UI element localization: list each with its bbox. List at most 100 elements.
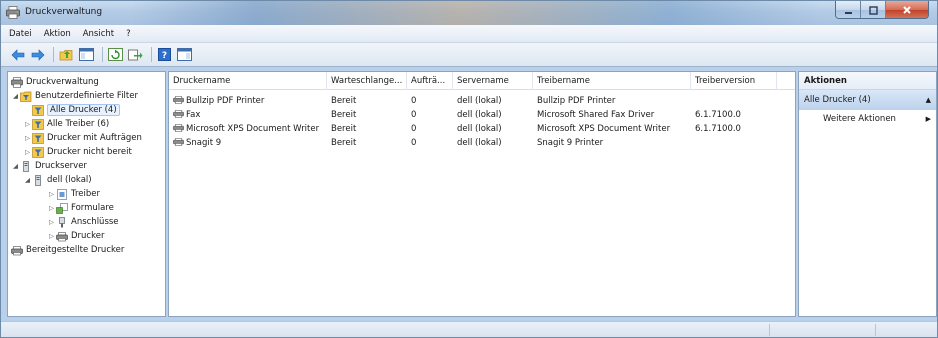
collapse-up-icon[interactable]: ▲	[926, 90, 931, 110]
toolbar-separator	[151, 47, 152, 62]
table-row[interactable]: Microsoft XPS Document Writer Bereit 0 d…	[169, 122, 795, 136]
printer-icon	[56, 231, 68, 242]
printer-management-icon	[6, 6, 20, 19]
table-row[interactable]: Bullzip PDF Printer Bereit 0 dell (lokal…	[169, 94, 795, 108]
cell-server: dell (lokal)	[457, 110, 502, 120]
printer-management-icon	[11, 76, 23, 88]
tree-item-druckserver[interactable]: ◢ Druckserver	[11, 159, 87, 173]
expand-arrow-icon[interactable]: ▷	[23, 134, 32, 142]
help-icon[interactable]: ?	[156, 46, 173, 63]
cell-status: Bereit	[331, 124, 357, 134]
expand-arrow-icon[interactable]: ▷	[47, 204, 56, 212]
back-arrow-icon[interactable]	[9, 46, 26, 63]
cell-driver: Snagit 9 Printer	[537, 138, 604, 148]
svg-text:?: ?	[162, 51, 167, 61]
tree-item-dell-lokal[interactable]: ◢ dell (lokal)	[23, 173, 92, 187]
cell-druckername: Snagit 9	[169, 136, 327, 150]
tree-item-label: Druckserver	[35, 161, 87, 171]
export-list-icon[interactable]	[127, 46, 144, 63]
filter-icon	[32, 104, 44, 116]
status-bar-divider	[875, 324, 876, 336]
cell-server: dell (lokal)	[457, 124, 502, 134]
tree-item-treiber[interactable]: ▷ Treiber	[47, 187, 100, 201]
tree-item-alle-treiber[interactable]: ▷ Alle Treiber (6)	[23, 117, 109, 131]
application-window: Druckverwaltung Datei Aktion Ansicht ? ?…	[0, 0, 938, 338]
expand-arrow-icon[interactable]: ◢	[11, 162, 20, 170]
tree-item-label: Anschlüsse	[71, 217, 119, 227]
column-header-treibername[interactable]: Treibername	[533, 72, 691, 90]
cell-driver: Bullzip PDF Printer	[537, 96, 616, 106]
toolbar-separator	[102, 47, 103, 62]
window-controls	[835, 1, 929, 19]
table-row[interactable]: Fax Bereit 0 dell (lokal) Microsoft Shar…	[169, 108, 795, 122]
actions-section-alle-drucker[interactable]: Alle Drucker (4) ▲	[799, 90, 936, 110]
cell-jobs: 0	[411, 124, 417, 134]
tree-item-label: dell (lokal)	[47, 175, 92, 185]
filter-icon	[32, 118, 44, 130]
expand-arrow-icon[interactable]: ▷	[23, 148, 32, 156]
menu-ansicht[interactable]: Ansicht	[83, 29, 114, 39]
expand-arrow-icon[interactable]: ▷	[47, 232, 56, 240]
cell-status: Bereit	[331, 110, 357, 120]
driver-icon	[56, 188, 68, 200]
expand-arrow-icon[interactable]: ▷	[47, 190, 56, 198]
actions-pane: Aktionen Alle Drucker (4) ▲ Weitere Akti…	[798, 71, 937, 317]
list-header: Druckername Warteschlange... Aufträ... S…	[169, 72, 795, 90]
cell-status: Bereit	[331, 96, 357, 106]
tree-item-bereitgestellte-drucker[interactable]: Bereitgestellte Drucker	[11, 243, 124, 257]
tree-item-alle-drucker[interactable]: Alle Drucker (4)	[23, 103, 120, 117]
tree-item-drucker[interactable]: ▷ Drucker	[47, 229, 104, 243]
tree-item-label: Drucker nicht bereit	[47, 147, 132, 157]
filter-icon	[32, 146, 44, 158]
actions-section-label: Alle Drucker (4)	[804, 95, 871, 105]
cell-driver: Microsoft XPS Document Writer	[537, 124, 671, 134]
action-weitere-aktionen[interactable]: Weitere Aktionen ▶	[799, 110, 936, 128]
action-label: Weitere Aktionen	[823, 114, 896, 124]
tree-item-drucker-mit-auftraegen[interactable]: ▷ Drucker mit Aufträgen	[23, 131, 142, 145]
filter-folder-icon	[20, 91, 32, 102]
tree-item-anschluesse[interactable]: ▷ Anschlüsse	[47, 215, 119, 229]
expand-arrow-icon[interactable]: ▷	[47, 218, 56, 226]
menu-aktion[interactable]: Aktion	[44, 29, 71, 39]
tree-item-druckverwaltung[interactable]: Druckverwaltung	[11, 75, 99, 89]
printer-name: Microsoft XPS Document Writer	[186, 124, 320, 134]
column-header-druckername[interactable]: Druckername	[169, 72, 327, 90]
close-icon[interactable]	[886, 1, 928, 18]
forward-arrow-icon[interactable]	[29, 46, 46, 63]
menu-datei[interactable]: Datei	[9, 29, 32, 39]
menu-bar: Datei Aktion Ansicht ?	[1, 25, 937, 43]
status-bar-divider	[769, 324, 770, 336]
column-header-treiberversion[interactable]: Treiberversion	[691, 72, 777, 90]
minimize-icon[interactable]	[836, 1, 861, 18]
menu-help[interactable]: ?	[126, 29, 131, 39]
toolbar-separator	[53, 47, 54, 62]
tree-item-label: Treiber	[71, 189, 100, 199]
printer-icon	[11, 245, 23, 256]
actions-header: Aktionen	[799, 72, 936, 90]
table-row[interactable]: Snagit 9 Bereit 0 dell (lokal) Snagit 9 …	[169, 136, 795, 150]
tree-item-formulare[interactable]: ▷ Formulare	[47, 201, 114, 215]
cell-druckername: Fax	[169, 108, 327, 122]
toolbar: ?	[1, 43, 937, 67]
up-folder-icon[interactable]	[58, 46, 75, 63]
column-header-servername[interactable]: Servername	[453, 72, 533, 90]
expand-arrow-icon[interactable]: ▷	[23, 120, 32, 128]
ports-icon	[56, 216, 68, 228]
maximize-icon[interactable]	[861, 1, 886, 18]
tree-item-drucker-nicht-bereit[interactable]: ▷ Drucker nicht bereit	[23, 145, 132, 159]
server-icon	[32, 174, 44, 186]
cell-driver-version: 6.1.7100.0	[695, 110, 741, 120]
title-bar[interactable]: Druckverwaltung	[1, 1, 937, 25]
refresh-icon[interactable]	[107, 46, 124, 63]
show-hide-tree-icon[interactable]	[78, 46, 95, 63]
column-header-warteschlange[interactable]: Warteschlange...	[327, 72, 407, 90]
window-title: Druckverwaltung	[25, 7, 103, 17]
tree-item-label: Druckverwaltung	[26, 77, 99, 87]
tree-item-benutzerdefinierte-filter[interactable]: ◢ Benutzerdefinierte Filter	[11, 89, 138, 103]
cell-jobs: 0	[411, 96, 417, 106]
tree-item-label: Alle Drucker (4)	[47, 104, 120, 116]
expand-arrow-icon[interactable]: ◢	[11, 92, 20, 100]
show-hide-action-pane-icon[interactable]	[176, 46, 193, 63]
column-header-auftraege[interactable]: Aufträ...	[407, 72, 453, 90]
expand-arrow-icon[interactable]: ◢	[23, 176, 32, 184]
